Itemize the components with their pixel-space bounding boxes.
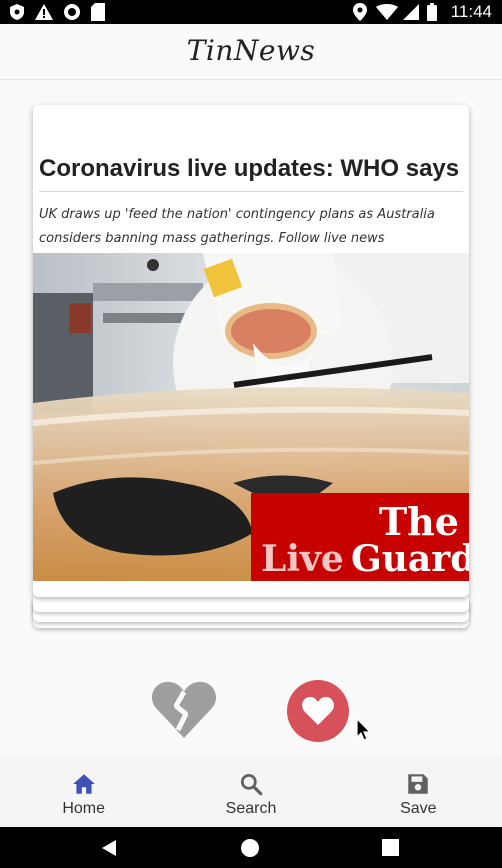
shield-icon: [8, 3, 26, 21]
dislike-button[interactable]: [151, 680, 217, 740]
signal-icon: [402, 3, 420, 21]
home-icon: [72, 774, 95, 794]
app-title: TinNews: [186, 34, 316, 67]
home-circle-icon[interactable]: [240, 838, 260, 858]
wifi-icon: [376, 3, 398, 21]
logo-line-2a: Live: [261, 538, 344, 580]
logo-line-2b: Guard: [351, 538, 469, 580]
warning-icon: [34, 3, 54, 21]
bottom-navigation: Home Search Save: [0, 757, 502, 827]
nav-save[interactable]: Save: [335, 757, 502, 827]
nav-search[interactable]: Search: [167, 757, 334, 827]
broken-heart-icon: [151, 681, 217, 738]
back-icon[interactable]: [100, 839, 118, 857]
recents-icon[interactable]: [382, 839, 399, 856]
nav-home[interactable]: Home: [0, 757, 167, 827]
nav-search-label: Search: [225, 800, 277, 817]
clock: 11:44: [450, 2, 492, 21]
card-description: UK draws up 'feed the nation' contingenc…: [39, 207, 435, 246]
heart-icon: [302, 697, 334, 725]
battery-icon: [426, 3, 438, 21]
nav-home-label: Home: [62, 800, 105, 817]
app-bar: TinNews: [0, 24, 502, 80]
status-bar: 11:44: [0, 0, 502, 24]
card-title: Coronavirus live updates: WHO says...: [39, 155, 459, 182]
system-navigation-bar: [0, 827, 502, 868]
card-divider: [39, 191, 463, 192]
news-card[interactable]: Coronavirus live updates: WHO says... UK…: [33, 105, 469, 597]
nav-save-label: Save: [400, 800, 437, 817]
sd-card-icon: [90, 3, 106, 21]
save-icon: [408, 774, 429, 794]
location-icon: [352, 3, 368, 21]
article-image: The Live Guard: [33, 253, 469, 581]
like-button[interactable]: [287, 680, 349, 742]
circle-icon: [62, 3, 82, 21]
search-icon: [240, 773, 263, 796]
mouse-cursor-icon: [356, 718, 372, 741]
